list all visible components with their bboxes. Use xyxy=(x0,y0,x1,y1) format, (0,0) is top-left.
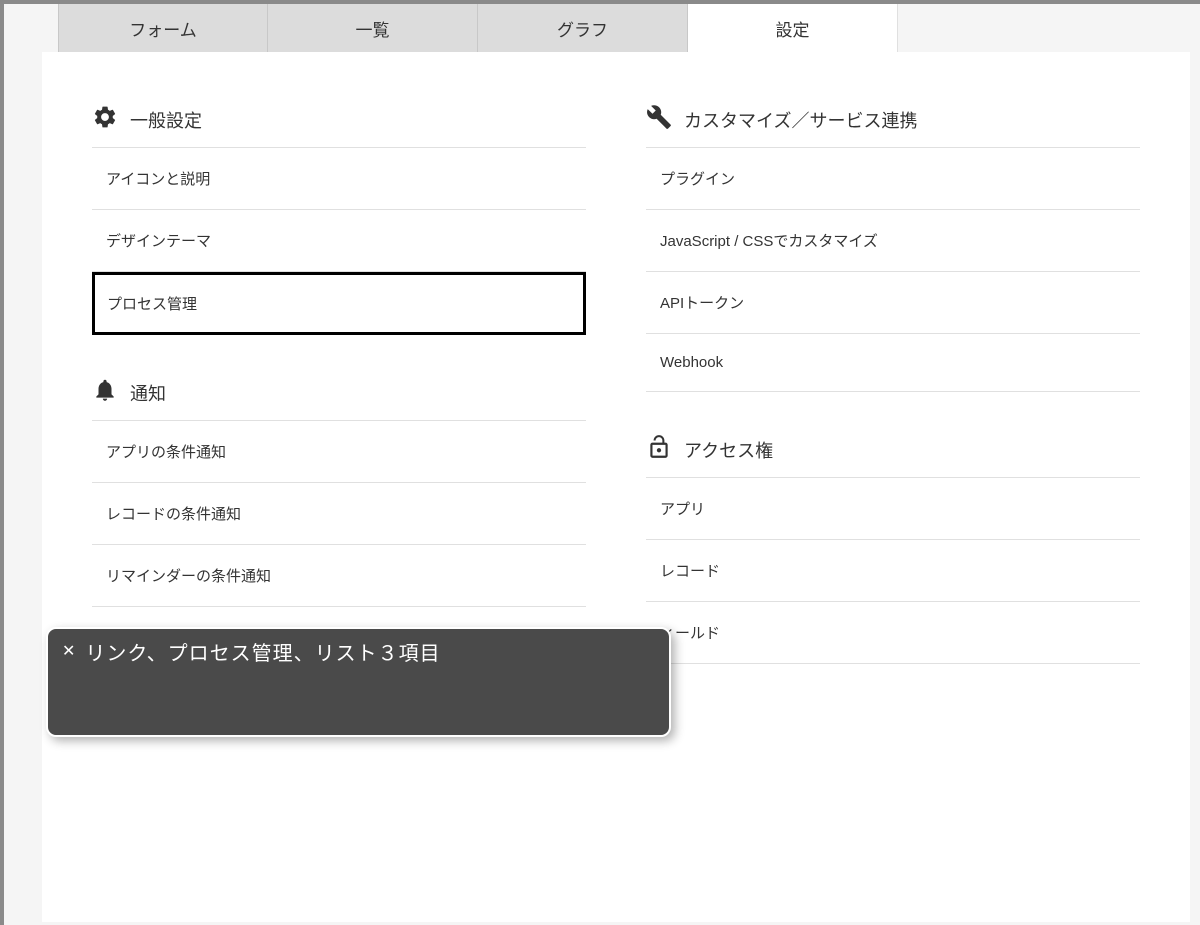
section-header-general: 一般設定 xyxy=(92,92,586,148)
section-title-customize: カスタマイズ／サービス連携 xyxy=(684,107,917,133)
section-title-access: アクセス権 xyxy=(684,437,773,463)
setting-process-management[interactable]: プロセス管理 xyxy=(92,272,586,335)
setting-access-record[interactable]: レコード xyxy=(646,540,1140,602)
setting-plugin[interactable]: プラグイン xyxy=(646,148,1140,210)
section-title-general: 一般設定 xyxy=(130,107,202,133)
setting-reminder-condition-notify[interactable]: リマインダーの条件通知 xyxy=(92,545,586,607)
gear-icon xyxy=(92,104,118,135)
close-icon[interactable]: ✕ xyxy=(62,641,75,663)
setting-api-token[interactable]: APIトークン xyxy=(646,272,1140,334)
section-header-access: アクセス権 xyxy=(646,422,1140,478)
screen-reader-toast: ✕ リンク、プロセス管理、リスト３項目 xyxy=(46,627,671,737)
tab-bar: フォーム 一覧 グラフ 設定 xyxy=(14,4,1190,52)
left-column: 一般設定 アイコンと説明 デザインテーマ プロセス管理 通知 アプリの条件通知 … xyxy=(92,92,586,664)
section-header-customize: カスタマイズ／サービス連携 xyxy=(646,92,1140,148)
tab-graph[interactable]: グラフ xyxy=(478,4,688,52)
bell-icon xyxy=(92,377,118,408)
setting-access-app[interactable]: アプリ xyxy=(646,478,1140,540)
lock-open-icon xyxy=(646,434,672,465)
right-column: カスタマイズ／サービス連携 プラグイン JavaScript / CSSでカスタ… xyxy=(646,92,1140,664)
section-title-notification: 通知 xyxy=(130,380,166,406)
setting-js-css[interactable]: JavaScript / CSSでカスタマイズ xyxy=(646,210,1140,272)
setting-app-condition-notify[interactable]: アプリの条件通知 xyxy=(92,421,586,483)
section-header-notification: 通知 xyxy=(92,365,586,421)
tab-settings[interactable]: 設定 xyxy=(688,4,898,52)
tab-list[interactable]: 一覧 xyxy=(268,4,478,52)
setting-record-condition-notify[interactable]: レコードの条件通知 xyxy=(92,483,586,545)
toast-text: リンク、プロセス管理、リスト３項目 xyxy=(85,641,440,667)
setting-icon-description[interactable]: アイコンと説明 xyxy=(92,148,586,210)
setting-webhook[interactable]: Webhook xyxy=(646,334,1140,392)
settings-content: 一般設定 アイコンと説明 デザインテーマ プロセス管理 通知 アプリの条件通知 … xyxy=(42,52,1190,922)
setting-access-field[interactable]: ィールド xyxy=(646,602,1140,664)
wrench-icon xyxy=(646,104,672,135)
setting-design-theme[interactable]: デザインテーマ xyxy=(92,210,586,272)
tab-form[interactable]: フォーム xyxy=(58,4,268,52)
